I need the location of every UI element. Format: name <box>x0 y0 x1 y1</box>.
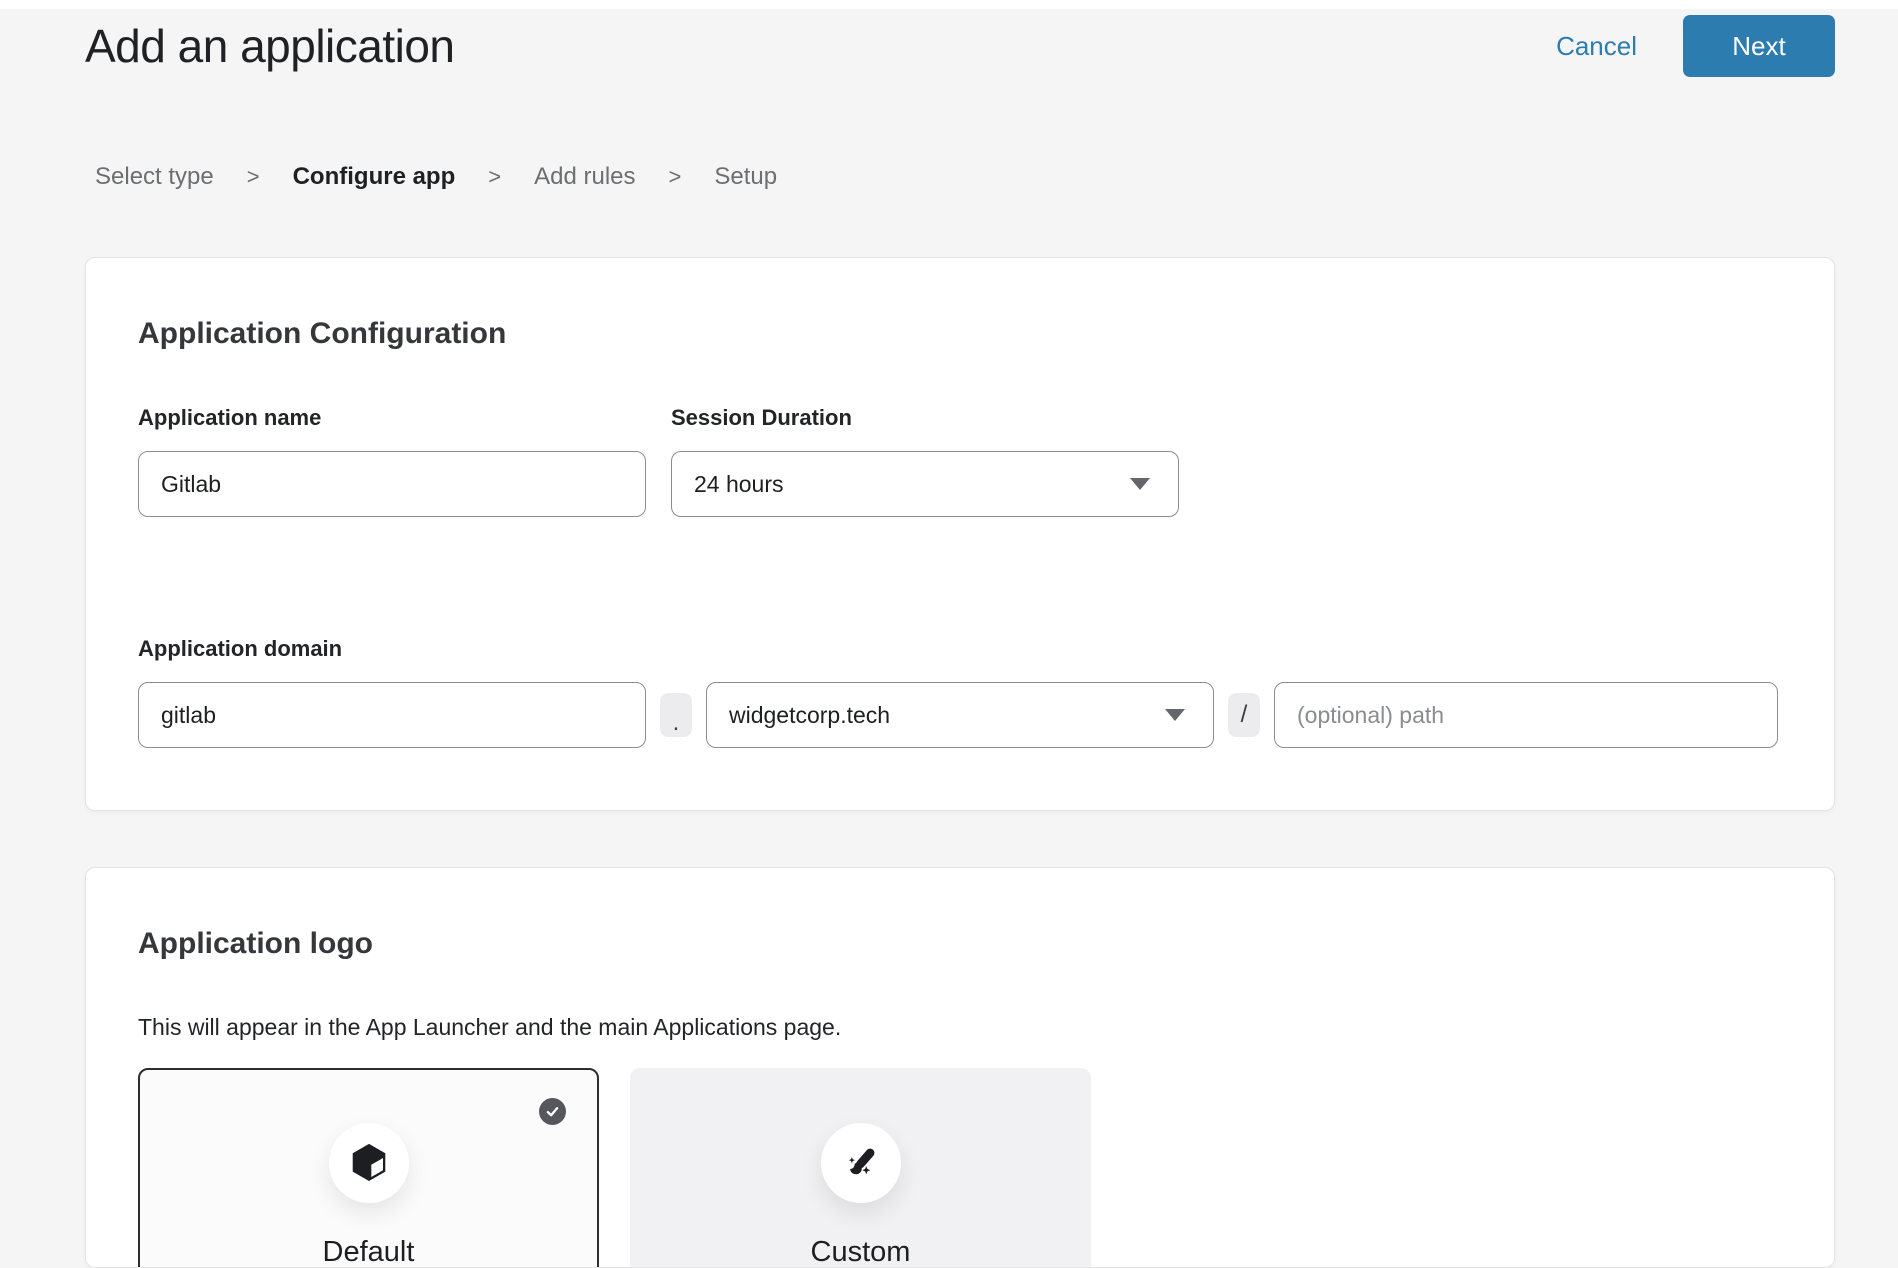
page-header: Add an application Cancel Next <box>85 15 1835 77</box>
check-icon <box>539 1098 566 1125</box>
top-header-strip <box>0 0 1898 9</box>
session-duration-value: 24 hours <box>694 471 784 498</box>
application-domain-label: Application domain <box>138 636 1778 662</box>
breadcrumb-separator: > <box>247 164 260 190</box>
config-form-row: Application name Session Duration 24 hou… <box>138 405 1778 517</box>
subdomain-input[interactable] <box>138 682 646 748</box>
logo-card-description: This will appear in the App Launcher and… <box>138 1014 1778 1041</box>
domain-select-value: widgetcorp.tech <box>729 702 890 729</box>
breadcrumb-separator: > <box>669 164 682 190</box>
session-duration-group: Session Duration 24 hours <box>671 405 1179 517</box>
application-logo-card: Application logo This will appear in the… <box>85 867 1835 1268</box>
application-name-input[interactable] <box>138 451 646 517</box>
page-title: Add an application <box>85 19 455 73</box>
default-logo-circle <box>329 1123 409 1203</box>
dot-separator-glyph: . <box>673 709 680 737</box>
session-duration-select[interactable]: 24 hours <box>671 451 1179 517</box>
slash-separator: / <box>1228 693 1260 737</box>
logo-option-default[interactable]: Default <box>138 1068 599 1268</box>
logo-options: Default Custom <box>138 1068 1778 1268</box>
application-configuration-card: Application Configuration Application na… <box>85 257 1835 811</box>
logo-option-default-label: Default <box>323 1236 415 1268</box>
session-duration-label: Session Duration <box>671 405 1179 431</box>
application-name-group: Application name <box>138 405 646 517</box>
cube-icon <box>346 1140 392 1186</box>
next-button[interactable]: Next <box>1683 15 1835 77</box>
logo-option-custom-label: Custom <box>811 1236 911 1268</box>
header-actions: Cancel Next <box>1556 15 1835 77</box>
custom-logo-circle <box>821 1123 901 1203</box>
add-application-page: Add an application Cancel Next Select ty… <box>0 15 1898 1268</box>
cancel-button[interactable]: Cancel <box>1556 31 1637 62</box>
breadcrumb-step-setup[interactable]: Setup <box>714 163 777 191</box>
logo-option-custom[interactable]: Custom <box>630 1068 1091 1268</box>
application-domain-row: . widgetcorp.tech / <box>138 682 1778 748</box>
chevron-down-icon <box>1165 709 1185 721</box>
domain-select[interactable]: widgetcorp.tech <box>706 682 1214 748</box>
config-card-heading: Application Configuration <box>138 316 1778 352</box>
paintbrush-icon <box>838 1140 884 1186</box>
chevron-down-icon <box>1130 478 1150 490</box>
breadcrumb: Select type > Configure app > Add rules … <box>85 163 1835 191</box>
logo-card-heading: Application logo <box>138 926 1778 962</box>
application-name-label: Application name <box>138 405 646 431</box>
path-input[interactable] <box>1274 682 1778 748</box>
breadcrumb-step-configure-app[interactable]: Configure app <box>293 163 456 191</box>
slash-separator-glyph: / <box>1241 701 1248 729</box>
dot-separator: . <box>660 693 692 737</box>
breadcrumb-step-add-rules[interactable]: Add rules <box>534 163 635 191</box>
breadcrumb-step-select-type[interactable]: Select type <box>95 163 214 191</box>
breadcrumb-separator: > <box>488 164 501 190</box>
